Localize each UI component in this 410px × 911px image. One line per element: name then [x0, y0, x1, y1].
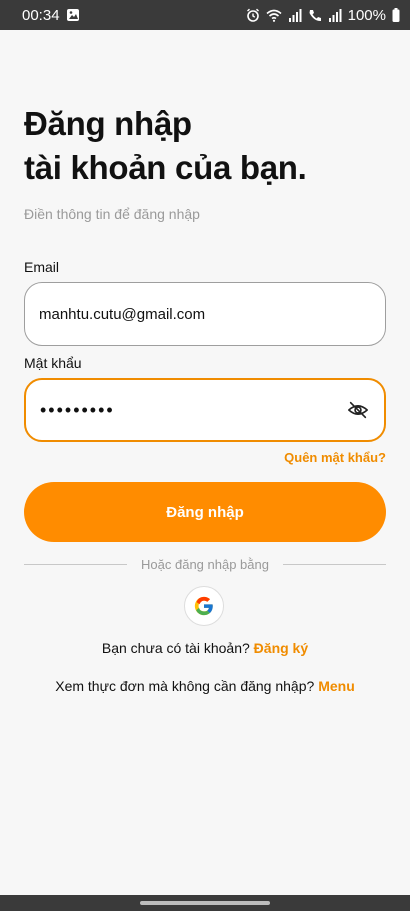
signup-link[interactable]: Đăng ký — [254, 640, 308, 656]
divider-line-right — [282, 563, 387, 565]
forgot-password-link[interactable]: Quên mật khẩu? — [284, 450, 386, 465]
password-value[interactable]: ••••••••• — [40, 400, 346, 421]
menu-link[interactable]: Menu — [318, 678, 355, 694]
divider: Hoặc đăng nhập bằng — [24, 555, 387, 573]
status-left: 00:34 — [22, 7, 80, 24]
google-login-button[interactable] — [184, 586, 224, 626]
navigation-bar — [0, 895, 410, 911]
call-icon — [308, 9, 322, 22]
email-field[interactable]: manhtu.cutu@gmail.com — [24, 282, 386, 346]
status-right: 100% — [246, 7, 400, 24]
battery-percent: 100% — [347, 6, 386, 24]
home-handle[interactable] — [140, 901, 270, 905]
google-icon — [194, 596, 214, 616]
title-line-2: tài khoản của bạn. — [24, 149, 307, 186]
alarm-icon — [246, 8, 260, 22]
menu-prompt: Xem thực đơn mà không cần đăng nhập? — [55, 678, 319, 694]
email-label: Email — [24, 259, 60, 275]
login-button[interactable]: Đăng nhập — [24, 482, 386, 542]
image-icon — [66, 8, 80, 22]
divider-text: Hoặc đăng nhập bằng — [141, 556, 269, 572]
signup-row: Bạn chưa có tài khoản? Đăng ký — [0, 640, 410, 656]
status-bar: 00:34 100% — [0, 0, 410, 30]
password-field[interactable]: ••••••••• — [24, 378, 386, 442]
wifi-icon — [266, 9, 282, 22]
email-value[interactable]: manhtu.cutu@gmail.com — [39, 306, 371, 323]
signal-icon-2 — [328, 8, 342, 22]
menu-row: Xem thực đơn mà không cần đăng nhập? Men… — [0, 678, 410, 694]
page-subtitle: Điền thông tin để đăng nhập — [24, 206, 200, 222]
battery-icon — [392, 8, 400, 22]
status-time: 00:34 — [22, 6, 60, 24]
password-label: Mật khẩu — [24, 355, 82, 371]
signal-icon — [288, 8, 302, 22]
signup-prompt: Bạn chưa có tài khoản? — [101, 640, 254, 656]
divider-line-left — [24, 563, 128, 565]
title-line-1: Đăng nhập — [24, 105, 192, 142]
page-title: Đăng nhập tài khoản của bạn. — [24, 102, 394, 190]
eye-off-icon[interactable] — [346, 398, 370, 422]
